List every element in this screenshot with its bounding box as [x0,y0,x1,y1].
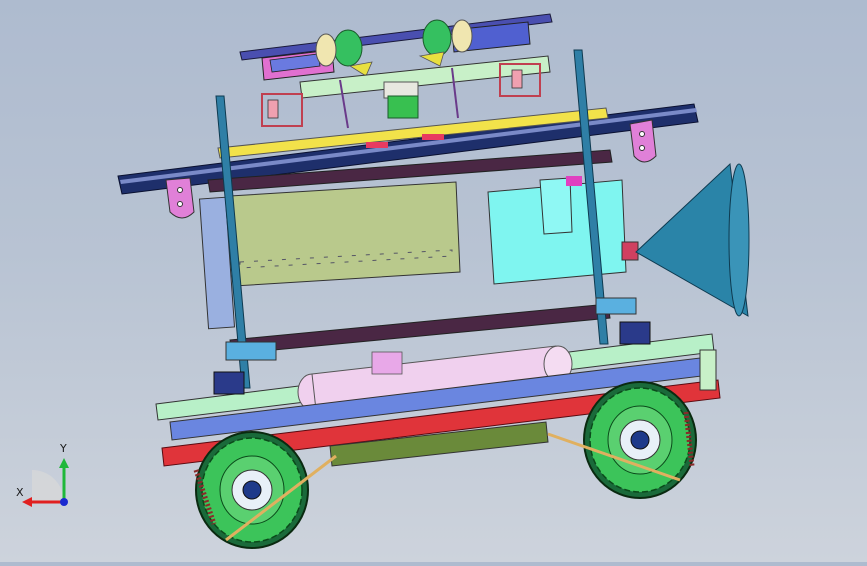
axis-triad: Y X [10,440,80,510]
left-wheel [195,431,337,549]
y-arrow-icon [59,458,69,468]
z-axis-icon [60,498,68,506]
y-axis-label: Y [60,442,67,455]
top-motor-assembly [239,13,553,129]
robot-assembly-model [117,13,750,549]
x-axis-label: X [16,486,24,499]
cyan-enclosure [487,176,627,285]
triad-graphic [22,458,69,507]
cad-viewport[interactable] [0,0,867,562]
loudspeaker-horn [621,162,750,317]
